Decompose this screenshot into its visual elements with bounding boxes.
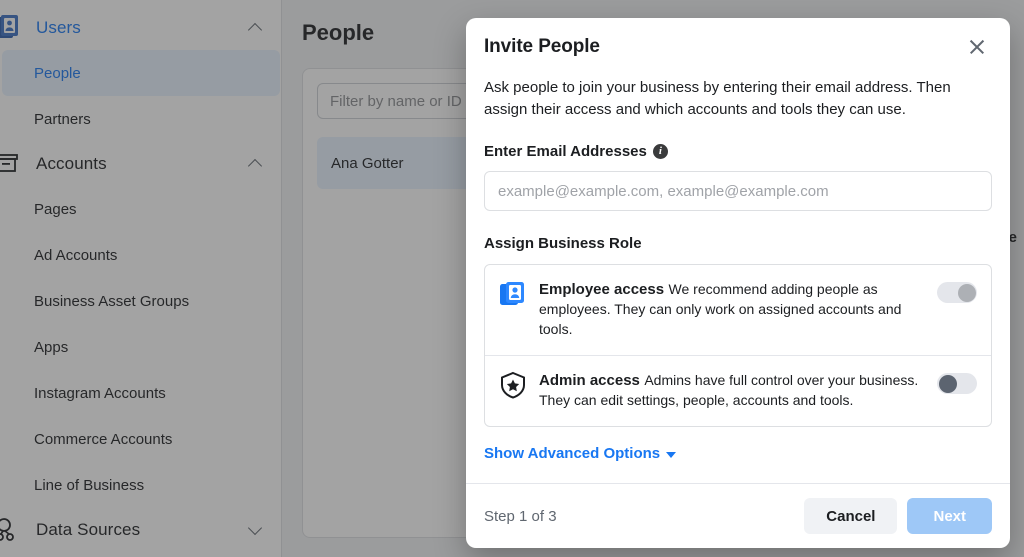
role-name: Admin access bbox=[539, 372, 640, 389]
close-icon[interactable] bbox=[964, 34, 990, 60]
show-advanced-options-link[interactable]: Show Advanced Options bbox=[484, 445, 677, 462]
admin-access-toggle[interactable] bbox=[937, 373, 977, 394]
cancel-button[interactable]: Cancel bbox=[804, 498, 898, 534]
caret-down-icon bbox=[666, 451, 677, 458]
email-label-text: Enter Email Addresses bbox=[484, 143, 647, 160]
dialog-description: Ask people to join your business by ente… bbox=[484, 79, 951, 118]
toggle-knob bbox=[938, 374, 957, 393]
role-option-admin-access[interactable]: Admin access Admins have full control ov… bbox=[485, 355, 991, 426]
id-badge-icon bbox=[499, 280, 527, 308]
email-input[interactable] bbox=[484, 171, 992, 211]
toggle-knob bbox=[957, 283, 976, 302]
role-text-admin: Admin access Admins have full control ov… bbox=[539, 370, 925, 410]
step-indicator: Step 1 of 3 bbox=[484, 507, 557, 525]
dialog-title: Invite People bbox=[484, 36, 600, 57]
invite-people-dialog: Invite People Ask people to join your bu… bbox=[466, 18, 1010, 548]
show-advanced-options-label: Show Advanced Options bbox=[484, 445, 661, 462]
role-option-employee-access[interactable]: Employee access We recommend adding peop… bbox=[485, 265, 991, 355]
assign-role-label: Assign Business Role bbox=[484, 235, 642, 252]
info-icon[interactable]: i bbox=[652, 144, 668, 159]
role-text-employee: Employee access We recommend adding peop… bbox=[539, 279, 925, 339]
dialog-header: Invite People bbox=[466, 18, 1010, 60]
dialog-footer: Step 1 of 3 Cancel Next bbox=[466, 483, 1010, 548]
employee-access-toggle[interactable] bbox=[937, 282, 977, 303]
dialog-body: Ask people to join your business by ente… bbox=[466, 60, 1010, 483]
shield-star-icon bbox=[499, 371, 527, 399]
email-field-label: Enter Email Addresses i bbox=[484, 143, 992, 160]
role-options-group: Employee access We recommend adding peop… bbox=[484, 264, 992, 427]
next-button[interactable]: Next bbox=[907, 498, 992, 534]
role-name: Employee access bbox=[539, 281, 665, 298]
